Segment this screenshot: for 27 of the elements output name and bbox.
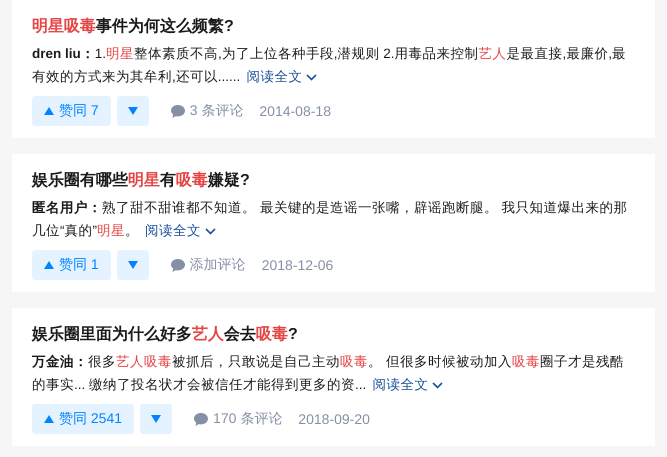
question-title[interactable]: 娱乐圈里面为什么好多艺人会去吸毒? xyxy=(32,324,635,346)
answer-excerpt: 匿名用户：熟了甜不甜谁都不知道。 最关键的是造谣一张嘴，辟谣跑断腿。 我只知道爆出来的那几位“真的”明星。 阅读全文 xyxy=(32,199,629,240)
downvote-button[interactable] xyxy=(116,96,149,126)
speech-bubble-icon xyxy=(194,412,208,426)
answer-excerpt: dren liu：1.明星整体素质不高,为了上位各种手段,潜规则 2.用毒品来控制艺人是最直接,最廉价,最有效的方式来为其牟利,还可以...... 阅读全文 xyxy=(32,45,628,86)
chevron-down-icon xyxy=(306,74,318,81)
speech-bubble-icon xyxy=(170,104,185,118)
read-more-link[interactable]: 阅读全文 xyxy=(246,69,318,84)
question-title[interactable]: 娱乐圈有哪些明星有吸毒嫌疑? xyxy=(32,170,635,192)
chevron-down-icon xyxy=(205,228,216,235)
down-arrow-icon xyxy=(128,261,138,269)
up-arrow-icon xyxy=(44,261,54,269)
down-arrow-icon xyxy=(151,415,162,423)
question-title[interactable]: 明星吸毒事件为何这么频繁? xyxy=(32,16,635,38)
downvote-button[interactable] xyxy=(116,250,149,280)
answer-date: 2018-09-20 xyxy=(298,411,370,427)
answer-excerpt: 万金油：很多艺人吸毒被抓后，只敢说是自己主动吸毒。 但很多时候被动加入吸毒圈子才是残酷的事实... 缴纳了投名状才会被信任才能得到更多的资... 阅读全文 xyxy=(32,353,625,394)
answer-date: 2014-08-18 xyxy=(259,103,331,119)
downvote-button[interactable] xyxy=(140,404,172,434)
read-more-link[interactable]: 阅读全文 xyxy=(145,223,216,238)
answer-date: 2018-12-06 xyxy=(262,257,334,273)
up-arrow-icon xyxy=(44,415,54,423)
speech-bubble-icon xyxy=(170,258,185,272)
up-arrow-icon xyxy=(44,107,54,115)
chevron-down-icon xyxy=(432,382,444,389)
down-arrow-icon xyxy=(128,107,138,115)
read-more-link[interactable]: 阅读全文 xyxy=(372,377,444,392)
